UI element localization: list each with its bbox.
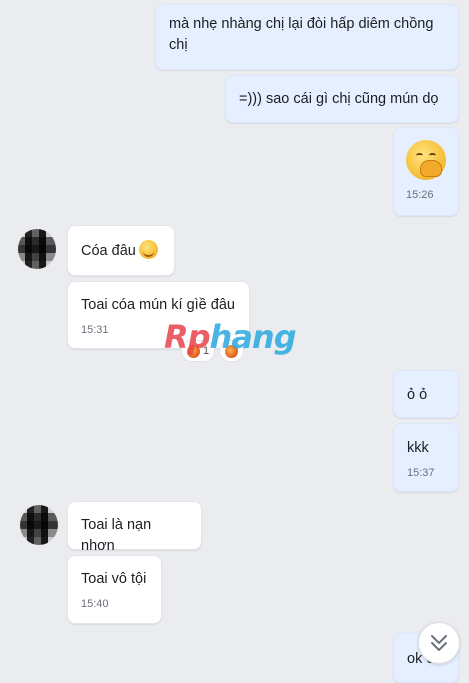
hand-over-mouth-emoji-icon xyxy=(406,140,446,180)
message-text: mà nhẹ nhàng chị lại đòi hấp diêm chồng … xyxy=(169,16,434,53)
message-text: ỏ ỏ xyxy=(407,387,428,403)
message-time: 15:40 xyxy=(81,598,109,610)
double-chevron-down-icon xyxy=(431,635,447,651)
watermark-logo: Rphang xyxy=(164,318,297,356)
message-time: 15:37 xyxy=(407,467,435,479)
scroll-to-bottom-button[interactable] xyxy=(418,622,460,664)
outgoing-message[interactable]: mà nhẹ nhàng chị lại đòi hấp diêm chồng … xyxy=(155,4,459,70)
contact-avatar[interactable] xyxy=(18,229,56,269)
message-time: 15:26 xyxy=(406,189,434,201)
contact-avatar[interactable] xyxy=(20,505,58,545)
outgoing-message[interactable]: =))) sao cái gì chị cũng mún dọ xyxy=(225,75,459,123)
chat-thread: mà nhẹ nhàng chị lại đòi hấp diêm chồng … xyxy=(0,0,469,683)
incoming-message[interactable]: Toai vô tội 15:40 xyxy=(67,555,162,624)
outgoing-message[interactable]: kkk 15:37 xyxy=(393,423,459,492)
outgoing-message[interactable]: 15:26 xyxy=(393,127,459,216)
incoming-message[interactable]: Cóa đâu xyxy=(67,225,175,276)
outgoing-message[interactable]: ỏ ỏ xyxy=(393,370,459,418)
message-text: Toai là nạn nhơn xyxy=(81,517,152,554)
message-text: Cóa đâu xyxy=(81,243,136,259)
incoming-message[interactable]: Toai là nạn nhơn xyxy=(67,501,202,554)
message-text: Toai cóa mún kí gìề đâu xyxy=(81,297,235,313)
message-text: kkk xyxy=(407,440,429,456)
message-text: Toai vô tội xyxy=(81,571,147,587)
message-text: =))) sao cái gì chị cũng mún dọ xyxy=(239,91,439,107)
smiling-blush-emoji-icon xyxy=(138,240,158,259)
